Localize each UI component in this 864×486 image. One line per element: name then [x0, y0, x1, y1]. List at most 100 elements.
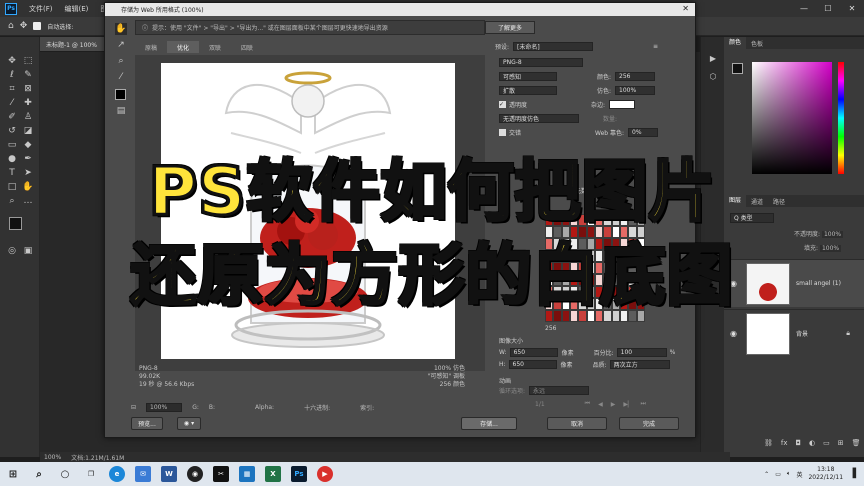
color-table-swatch[interactable] — [561, 286, 570, 298]
color-table-swatch[interactable] — [545, 310, 554, 322]
color-table-swatch[interactable] — [619, 250, 629, 262]
foreground-color-swatch[interactable] — [9, 217, 22, 230]
color-table-swatch[interactable] — [553, 286, 562, 298]
color-table-swatch[interactable] — [636, 298, 645, 310]
move-tool-icon[interactable]: ✥ — [20, 21, 28, 31]
color-table-swatch[interactable] — [636, 310, 645, 322]
color-table-swatch[interactable] — [561, 226, 570, 238]
visibility-eye-icon[interactable]: ◉ — [730, 279, 737, 288]
link-icon[interactable]: ⛓ — [764, 439, 773, 447]
next-frame-icon[interactable]: ▶▏ — [623, 401, 632, 408]
panel-fg-swatch[interactable] — [732, 63, 743, 74]
path-select-icon[interactable]: ➤ — [22, 167, 34, 179]
color-table-swatch[interactable] — [561, 214, 570, 226]
color-table-swatch[interactable] — [603, 238, 612, 250]
color-table-swatch[interactable] — [545, 226, 554, 238]
ime-indicator[interactable]: 英 — [796, 470, 802, 479]
color-table-swatch[interactable] — [603, 298, 612, 310]
learn-more-button[interactable]: 了解更多 — [485, 21, 535, 34]
capcut-icon[interactable]: ✂ — [213, 466, 229, 482]
color-table-swatch[interactable] — [553, 298, 562, 310]
document-tab[interactable]: 未标题-1 @ 100% — [40, 37, 108, 51]
color-table-swatch[interactable] — [611, 310, 620, 322]
color-table-swatch[interactable] — [553, 214, 562, 226]
color-table-swatch[interactable] — [561, 262, 570, 274]
color-table-swatch[interactable] — [561, 298, 570, 310]
transparency-dither-select[interactable]: 无透明度仿色 — [499, 113, 579, 123]
minimize-icon[interactable]: — — [792, 0, 816, 17]
matte-color-select[interactable] — [609, 99, 636, 109]
color-table-swatch[interactable] — [636, 250, 645, 262]
maximize-icon[interactable]: ☐ — [816, 0, 840, 17]
color-table-swatch[interactable] — [545, 298, 554, 310]
eyedropper-icon[interactable]: ⁄ — [6, 97, 18, 109]
color-table-swatch[interactable] — [569, 226, 579, 238]
play-icon[interactable]: ▶ — [707, 53, 719, 65]
media-player-icon[interactable]: ◉ — [187, 466, 203, 482]
color-table-swatch[interactable] — [553, 310, 562, 322]
color-table-swatch[interactable] — [569, 238, 579, 250]
tab-channels[interactable]: 通道 — [746, 197, 768, 206]
hand-icon[interactable]: ✋ — [22, 181, 34, 193]
excel-icon[interactable]: X — [265, 466, 281, 482]
color-table-swatch[interactable] — [561, 310, 570, 322]
color-table-swatch[interactable] — [578, 298, 587, 310]
opacity-value[interactable]: 100% — [821, 231, 844, 238]
color-table-swatch[interactable] — [603, 262, 612, 274]
color-table-swatch[interactable] — [636, 274, 645, 286]
color-table-swatch[interactable] — [569, 298, 579, 310]
marquee-icon[interactable]: ⬚ — [22, 55, 34, 67]
mask-icon[interactable]: ◘ — [796, 439, 802, 447]
dodge-icon[interactable]: ● — [6, 153, 18, 165]
color-table-swatch[interactable] — [603, 286, 612, 298]
move-icon[interactable]: ✥ — [6, 55, 18, 67]
color-table-swatch[interactable] — [628, 238, 637, 250]
color-table-swatch[interactable] — [594, 238, 604, 250]
color-table-swatch[interactable] — [594, 262, 604, 274]
notification-icon[interactable]: ▐ — [849, 469, 856, 479]
color-table-swatch[interactable] — [611, 274, 620, 286]
windows-start-icon[interactable]: ⊞ — [5, 466, 21, 482]
lasso-icon[interactable]: ℓ — [6, 69, 18, 81]
screen-mode-icon[interactable]: ▣ — [22, 245, 34, 257]
color-table-swatch[interactable] — [594, 298, 604, 310]
hue-slider[interactable] — [838, 62, 844, 174]
color-table-swatch[interactable] — [586, 262, 595, 274]
blur-icon[interactable]: ◆ — [22, 139, 34, 151]
color-table-swatch[interactable] — [628, 250, 637, 262]
color-table-swatch[interactable] — [628, 298, 637, 310]
menu-edit[interactable]: 编辑(E) — [59, 4, 95, 14]
color-table-swatch[interactable] — [619, 274, 629, 286]
more-tools-icon[interactable]: … — [22, 195, 34, 207]
dither-amount-input[interactable]: 100% — [615, 85, 656, 95]
color-table-swatch[interactable] — [628, 226, 637, 238]
visibility-eye-icon[interactable]: ◉ — [730, 329, 737, 338]
color-table-swatch[interactable] — [611, 214, 620, 226]
done-button[interactable]: 完成 — [619, 417, 679, 430]
color-table-swatch[interactable] — [553, 226, 562, 238]
color-table-swatch[interactable] — [619, 226, 629, 238]
new-layer-icon[interactable]: ⊞ — [838, 439, 844, 447]
color-table-swatch[interactable] — [611, 286, 620, 298]
color-table-swatch[interactable] — [619, 214, 629, 226]
color-table-swatch[interactable] — [561, 250, 570, 262]
tab-color-table[interactable]: 颜色表 — [541, 185, 568, 195]
cortana-icon[interactable]: ○ — [57, 466, 73, 482]
volume-icon[interactable]: 🔈︎ — [787, 470, 791, 478]
tab-4up[interactable]: 四联 — [231, 41, 263, 53]
zoom-icon[interactable]: ⌕ — [115, 55, 127, 67]
eyedropper-icon[interactable]: ⁄ — [115, 71, 127, 83]
color-table-swatch[interactable] — [628, 310, 637, 322]
eraser-icon[interactable]: ◪ — [22, 125, 34, 137]
dither-algorithm-select[interactable]: 扩散 — [499, 85, 557, 95]
color-table-swatch[interactable] — [578, 214, 587, 226]
color-table-swatch[interactable] — [619, 286, 629, 298]
color-table-swatch[interactable] — [586, 286, 595, 298]
interlaced-checkbox[interactable] — [499, 128, 506, 136]
task-view-icon[interactable]: ❐ — [83, 466, 99, 482]
loop-select[interactable]: 永远 — [529, 385, 590, 395]
panel-menu-icon[interactable]: ≡ — [653, 43, 658, 50]
quality-select[interactable]: 两次立方 — [609, 359, 670, 369]
edge-browser-icon[interactable]: e — [109, 466, 125, 482]
trash-icon[interactable]: 🗑︎ — [852, 439, 861, 447]
